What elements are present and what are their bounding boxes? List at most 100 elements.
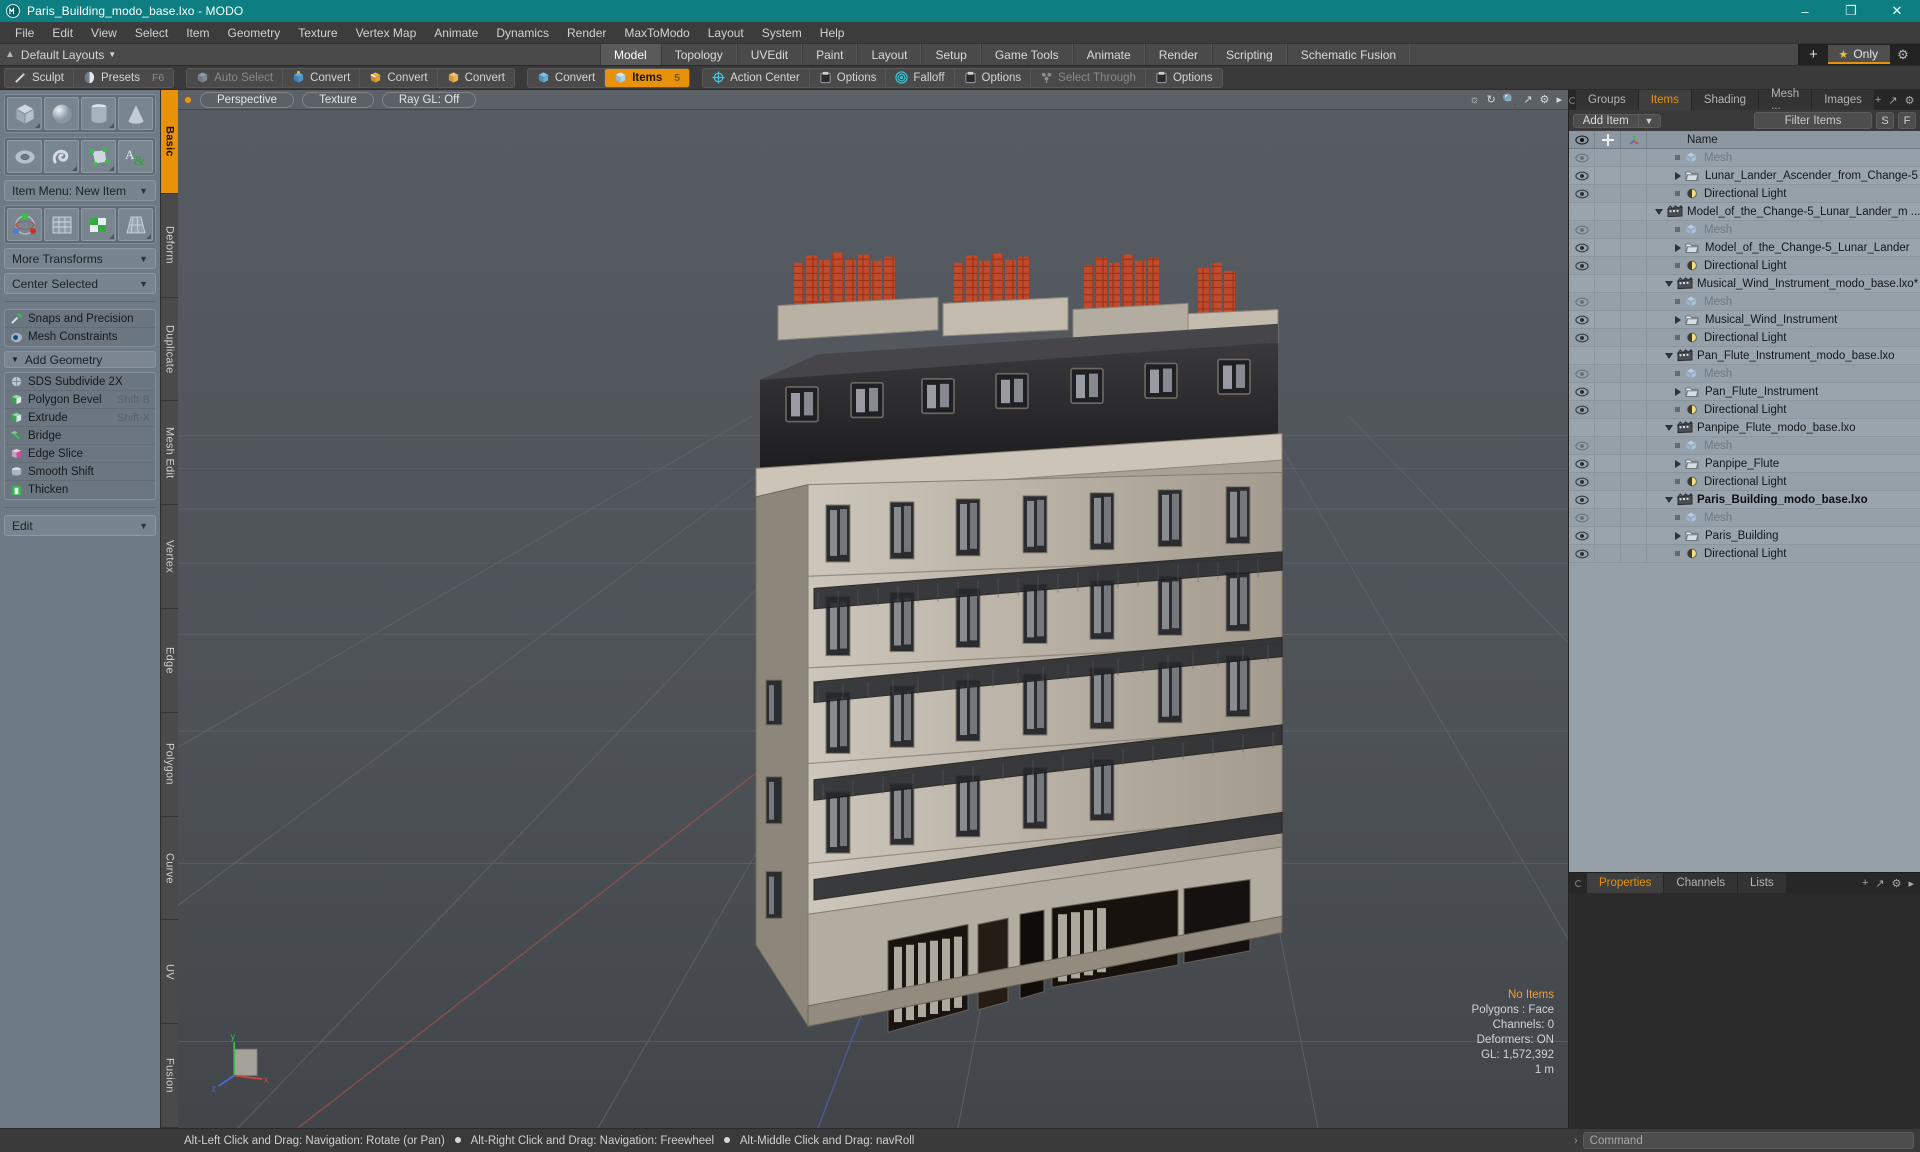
row-lock-cell[interactable] [1595, 149, 1621, 166]
menu-item-animate[interactable]: Animate [425, 23, 487, 43]
more-transforms-dropdown[interactable]: More Transforms ▼ [4, 248, 156, 269]
row-visibility-toggle[interactable] [1569, 527, 1595, 544]
row-name-cell[interactable]: Paris_Building_modo_base.lxo [1647, 491, 1920, 508]
menu-item-render[interactable]: Render [558, 23, 615, 43]
row-name-cell[interactable]: Model_of_the_Change-5_Lunar_Lander [1647, 239, 1920, 256]
gear-icon[interactable]: ⚙ [1540, 93, 1550, 106]
table-row[interactable]: Directional Light [1569, 185, 1920, 203]
properties-tab-lists[interactable]: Lists [1738, 873, 1787, 893]
row-visibility-toggle[interactable] [1569, 473, 1595, 490]
row-lock-cell[interactable] [1595, 257, 1621, 274]
row-name-cell[interactable]: Pan_Flute_Instrument [1647, 383, 1920, 400]
menu-item-vertex-map[interactable]: Vertex Map [347, 23, 426, 43]
tool-items[interactable]: Items 5 [605, 68, 690, 87]
transform-tool-button[interactable] [7, 208, 42, 241]
zoom-icon[interactable]: 🔍 [1503, 93, 1517, 106]
tool-falloff[interactable]: Falloff [886, 68, 955, 87]
table-row[interactable]: Musical_Wind_Instrument [1569, 311, 1920, 329]
geo-op-edge-slice[interactable]: Edge Slice [5, 445, 155, 463]
geo-op-polygon-bevel[interactable]: Polygon Bevel Shift-B [5, 391, 155, 409]
geo-op-thicken[interactable]: Thicken [5, 481, 155, 499]
expander-closed-icon[interactable] [1675, 315, 1681, 324]
tool-options[interactable]: Options [1146, 69, 1222, 87]
menu-item-help[interactable]: Help [811, 23, 854, 43]
row-visibility-toggle[interactable] [1569, 311, 1595, 328]
gear-icon[interactable]: ⚙ [1892, 877, 1902, 890]
row-lock-cell[interactable] [1595, 473, 1621, 490]
table-row[interactable]: Directional Light [1569, 473, 1920, 491]
row-lock-cell[interactable] [1595, 545, 1621, 562]
menu-item-maxtomodo[interactable]: MaxToModo [615, 23, 698, 43]
vertical-tab-duplicate[interactable]: Duplicate [161, 297, 178, 402]
item-menu-dropdown[interactable]: Item Menu: New Item ▼ [4, 180, 156, 201]
row-lock-cell[interactable] [1595, 185, 1621, 202]
row-visibility-toggle[interactable] [1569, 203, 1595, 220]
row-visibility-toggle[interactable] [1569, 491, 1595, 508]
row-name-cell[interactable]: Mesh [1647, 221, 1920, 238]
mesh-grid-tool-button[interactable] [44, 208, 79, 241]
row-axis-cell[interactable] [1621, 545, 1647, 562]
row-visibility-toggle[interactable] [1569, 455, 1595, 472]
row-visibility-toggle[interactable] [1569, 239, 1595, 256]
table-row[interactable]: Model_of_the_Change-5_Lunar_Lander_m ... [1569, 203, 1920, 221]
row-name-cell[interactable]: Model_of_the_Change-5_Lunar_Lander_m ... [1647, 203, 1920, 220]
row-visibility-toggle[interactable] [1569, 185, 1595, 202]
row-axis-cell[interactable] [1621, 275, 1647, 292]
tool-options[interactable]: Options [955, 68, 1032, 87]
row-visibility-toggle[interactable] [1569, 167, 1595, 184]
row-visibility-toggle[interactable] [1569, 347, 1595, 364]
snaps-and-precision-button[interactable]: Snaps and Precision [5, 310, 155, 328]
tool-presets[interactable]: Presets F6 [74, 69, 173, 87]
tool-convert[interactable]: Convert [438, 69, 514, 87]
right-tab-mesh-[interactable]: Mesh ... [1759, 88, 1813, 112]
expander-closed-icon[interactable] [1675, 171, 1681, 180]
right-tab-images[interactable]: Images [1812, 90, 1875, 110]
row-visibility-toggle[interactable] [1569, 545, 1595, 562]
row-name-cell[interactable]: Directional Light [1647, 401, 1920, 418]
layout-tab-render[interactable]: Render [1144, 44, 1213, 65]
layout-tab-topology[interactable]: Topology [660, 44, 737, 65]
table-row[interactable]: Mesh [1569, 437, 1920, 455]
row-name-cell[interactable]: Directional Light [1647, 257, 1920, 274]
row-axis-cell[interactable] [1621, 185, 1647, 202]
row-axis-cell[interactable] [1621, 419, 1647, 436]
vertical-tab-basic[interactable]: Basic [161, 90, 178, 194]
expander-closed-icon[interactable] [1675, 387, 1681, 396]
row-name-cell[interactable]: Panpipe_Flute_modo_base.lxo [1647, 419, 1920, 436]
mesh-constraints-button[interactable]: Mesh Constraints [5, 328, 155, 346]
row-lock-cell[interactable] [1595, 491, 1621, 508]
row-axis-cell[interactable] [1621, 455, 1647, 472]
table-row[interactable]: Paris_Building [1569, 527, 1920, 545]
add-geometry-section[interactable]: ▼ Add Geometry [4, 351, 156, 368]
row-visibility-toggle[interactable] [1569, 149, 1595, 166]
geo-op-sds-subdivide-2x[interactable]: SDS Subdivide 2X [5, 373, 155, 391]
row-axis-cell[interactable] [1621, 509, 1647, 526]
arrow-icon[interactable]: ▸ [1556, 93, 1562, 106]
expand-icon[interactable]: ↗ [1888, 94, 1897, 107]
vertical-tab-fusion[interactable]: Fusion [161, 1024, 178, 1128]
minimize-button[interactable]: – [1782, 0, 1828, 22]
table-row[interactable]: Pan_Flute_Instrument [1569, 383, 1920, 401]
menu-item-item[interactable]: Item [177, 23, 218, 43]
expand-icon[interactable]: ↗ [1875, 877, 1884, 890]
geo-op-extrude[interactable]: Extrude Shift-X [5, 409, 155, 427]
row-axis-cell[interactable] [1621, 221, 1647, 238]
menu-item-geometry[interactable]: Geometry [219, 23, 290, 43]
layout-tab-model[interactable]: Model [600, 44, 661, 65]
row-lock-cell[interactable] [1595, 275, 1621, 292]
gear-icon[interactable]: ⚙ [1905, 94, 1915, 107]
edit-dropdown[interactable]: Edit ▼ [4, 515, 156, 536]
row-axis-cell[interactable] [1621, 239, 1647, 256]
arrow-icon[interactable]: ▸ [1908, 877, 1914, 890]
row-name-cell[interactable]: Paris_Building [1647, 527, 1920, 544]
row-visibility-toggle[interactable] [1569, 401, 1595, 418]
table-row[interactable]: Mesh [1569, 221, 1920, 239]
viewport-indicator-icon[interactable] [184, 95, 192, 104]
menu-item-system[interactable]: System [753, 23, 811, 43]
tool-convert[interactable]: Convert [360, 68, 438, 87]
row-axis-cell[interactable] [1621, 149, 1647, 166]
table-row[interactable]: Mesh [1569, 509, 1920, 527]
row-name-cell[interactable]: Panpipe_Flute [1647, 455, 1920, 472]
properties-tab-properties[interactable]: Properties [1587, 873, 1665, 893]
viewport-shading-button[interactable]: Texture [302, 91, 374, 108]
